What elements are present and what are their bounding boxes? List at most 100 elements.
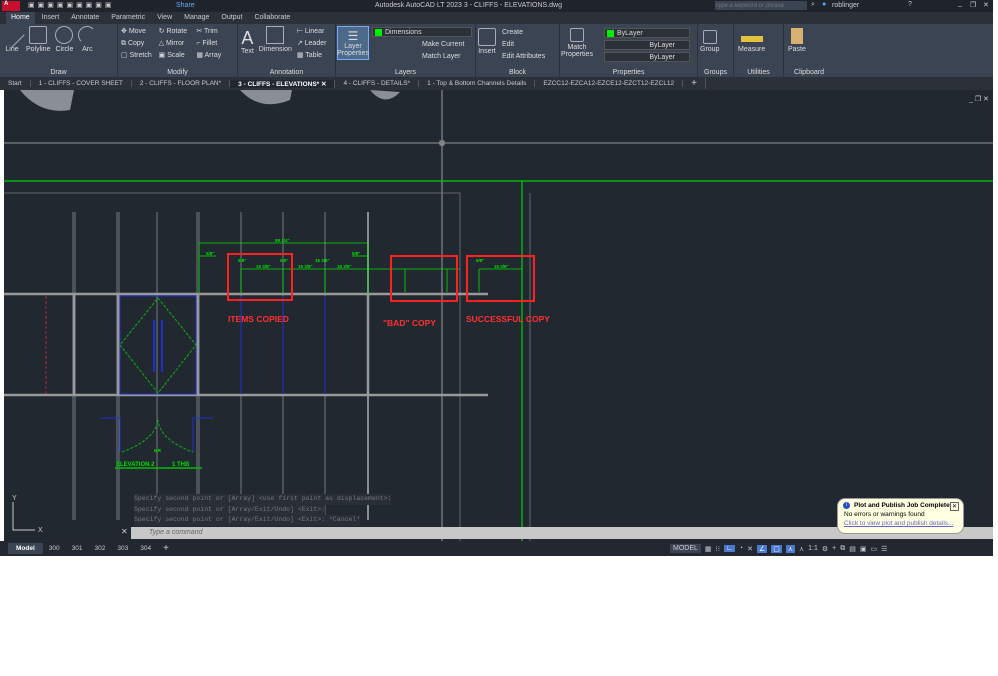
- minimize-button[interactable]: _: [958, 0, 962, 7]
- clipboard-panel-title[interactable]: Clipboard: [784, 69, 834, 76]
- layer-dropdown[interactable]: Dimensions: [372, 27, 472, 37]
- annotation-scale-icon[interactable]: ⋏: [799, 545, 804, 553]
- tab-parametric[interactable]: Parametric: [106, 12, 150, 24]
- scale-dropdown[interactable]: 1:1: [808, 545, 818, 552]
- units-icon[interactable]: ⧉: [840, 545, 845, 553]
- plot-details-link[interactable]: Click to view plot and publish details..…: [844, 520, 957, 527]
- group-button[interactable]: Group: [700, 30, 719, 53]
- menu-icon[interactable]: ☰: [881, 545, 887, 553]
- lineweight-icon[interactable]: ∠: [756, 544, 768, 553]
- share-button[interactable]: Share: [176, 2, 195, 9]
- properties-panel-title[interactable]: Properties: [560, 69, 697, 76]
- polar-icon[interactable]: ◔: [739, 545, 743, 552]
- tab-insert[interactable]: Insert: [37, 12, 65, 24]
- layout-tab[interactable]: 303: [111, 545, 134, 552]
- array-button[interactable]: ▦ Array: [196, 50, 234, 62]
- layout-tab[interactable]: 301: [66, 545, 89, 552]
- paste-button[interactable]: Paste: [788, 28, 806, 53]
- osnap-icon[interactable]: ✕: [747, 545, 753, 553]
- layout-tab[interactable]: 304: [134, 545, 157, 552]
- create-block-button[interactable]: Create: [502, 27, 545, 39]
- tab-manage[interactable]: Manage: [179, 12, 214, 24]
- plus-icon[interactable]: +: [832, 545, 836, 552]
- file-tab[interactable]: 1 - Top & Bottom Channels Details: [419, 80, 536, 87]
- file-tab[interactable]: EZCC12-EZCA12-EZCE12-EZCT12-EZCL12: [535, 80, 684, 87]
- polyline-button[interactable]: Polyline: [26, 26, 50, 53]
- tab-model[interactable]: Model: [8, 543, 43, 554]
- grid-icon[interactable]: ▦: [705, 545, 712, 553]
- user-name[interactable]: roblinger: [832, 2, 859, 9]
- ortho-icon[interactable]: ∟: [723, 545, 735, 552]
- close-command-icon[interactable]: ✕: [121, 527, 128, 536]
- file-tab[interactable]: 2 - CLIFFS - FLOOR PLAN*: [132, 80, 231, 87]
- file-tab[interactable]: 1 - CLIFFS - COVER SHEET: [31, 80, 132, 87]
- selection-icon[interactable]: ▢: [771, 544, 782, 553]
- drawing-canvas[interactable]: 89 1/4" 5/8" 5/8" 5/8" 5/8" 15 3/8" 15 3…: [4, 90, 993, 541]
- modify-panel-title[interactable]: Modify: [118, 69, 237, 76]
- tab-view[interactable]: View: [152, 12, 177, 24]
- annotation-visibility-icon[interactable]: ⋏: [785, 544, 795, 553]
- color-dropdown[interactable]: ByLayer: [604, 28, 690, 38]
- close-button[interactable]: ✕: [983, 1, 989, 9]
- add-layout-button[interactable]: +: [157, 543, 175, 554]
- file-tab[interactable]: 4 - CLIFFS - DETAILS*: [335, 80, 420, 87]
- circle-button[interactable]: Circle: [55, 26, 74, 53]
- edit-block-button[interactable]: Edit: [502, 39, 545, 51]
- measure-button[interactable]: Measure: [738, 32, 765, 53]
- arc-button[interactable]: Arc: [78, 26, 97, 53]
- layer-properties-button[interactable]: ☰ Layer Properties: [337, 26, 369, 60]
- lineweight-dropdown[interactable]: ByLayer: [604, 52, 690, 62]
- utilities-panel-title[interactable]: Utilities: [734, 69, 783, 76]
- gear-icon[interactable]: ⚙: [822, 545, 828, 553]
- layers-panel: ☰ Layer Properties Dimensions Make Curren…: [336, 24, 476, 77]
- new-tab-button[interactable]: +: [683, 78, 707, 89]
- search-icon[interactable]: ⌕: [811, 1, 815, 9]
- linetype-dropdown[interactable]: ByLayer: [604, 40, 690, 50]
- match-layer-button[interactable]: Match Layer: [372, 51, 472, 63]
- close-tab-icon[interactable]: ✕: [321, 81, 326, 88]
- layers-panel-title[interactable]: Layers: [336, 69, 475, 76]
- table-button[interactable]: ▦ Table: [297, 50, 327, 62]
- mirror-button[interactable]: △ Mirror: [159, 38, 197, 50]
- edit-attributes-button[interactable]: Edit Attributes: [502, 51, 545, 63]
- search-input[interactable]: [715, 1, 807, 10]
- file-tab-start[interactable]: Start: [0, 80, 31, 87]
- leader-button[interactable]: ↗ Leader: [297, 38, 327, 50]
- block-panel-title[interactable]: Block: [476, 69, 559, 76]
- groups-panel-title[interactable]: Groups: [698, 69, 733, 76]
- layout-tab[interactable]: 302: [89, 545, 112, 552]
- draw-panel-title[interactable]: Draw: [0, 69, 117, 76]
- app-logo[interactable]: A: [2, 1, 20, 11]
- restore-button[interactable]: ❐: [970, 1, 976, 9]
- tab-annotate[interactable]: Annotate: [66, 12, 104, 24]
- plot-status-icon[interactable]: ▤: [849, 545, 856, 553]
- fillet-button[interactable]: ⌐ Fillet: [196, 38, 234, 50]
- close-notification-button[interactable]: ✕: [949, 502, 959, 511]
- tab-collaborate[interactable]: Collaborate: [249, 12, 295, 24]
- quick-access-toolbar[interactable]: ▣▣▣▣▣▣▣▣▣: [28, 1, 115, 9]
- annotation-panel-title[interactable]: Annotation: [238, 69, 335, 76]
- layout-tab[interactable]: 300: [43, 545, 66, 552]
- trim-button[interactable]: ✂ Trim: [196, 26, 234, 38]
- line-button[interactable]: Line: [0, 22, 25, 53]
- plot-publish-notification[interactable]: i Plot and Publish Job Complete ✕ No err…: [837, 498, 964, 534]
- file-tab-active[interactable]: 3 - CLIFFS - ELEVATIONS* ✕: [230, 79, 336, 88]
- hardware-icon[interactable]: ▣: [860, 545, 867, 553]
- stretch-button[interactable]: ▢ Stretch: [121, 50, 159, 62]
- scale-button[interactable]: ▣ Scale: [159, 50, 197, 62]
- make-current-button[interactable]: Make Current: [372, 39, 472, 51]
- tab-output[interactable]: Output: [216, 12, 247, 24]
- help-icon[interactable]: ?: [908, 1, 912, 8]
- copy-button[interactable]: ⧉ Copy: [121, 38, 159, 50]
- fullscreen-icon[interactable]: ▭: [871, 545, 878, 553]
- model-space-button[interactable]: MODEL: [670, 544, 701, 553]
- text-button[interactable]: A Text: [241, 28, 254, 55]
- snap-icon[interactable]: ⁝⁝: [716, 545, 720, 553]
- move-button[interactable]: ✥ Move: [121, 26, 159, 38]
- rotate-button[interactable]: ↻ Rotate: [159, 26, 197, 38]
- insert-button[interactable]: Insert: [478, 28, 496, 55]
- viewport-controls[interactable]: _ ❐ ✕: [969, 95, 989, 103]
- dimension-button[interactable]: Dimension: [259, 26, 292, 53]
- match-properties-button[interactable]: Match Properties: [561, 28, 593, 58]
- linear-button[interactable]: ⊢ Linear: [297, 26, 327, 38]
